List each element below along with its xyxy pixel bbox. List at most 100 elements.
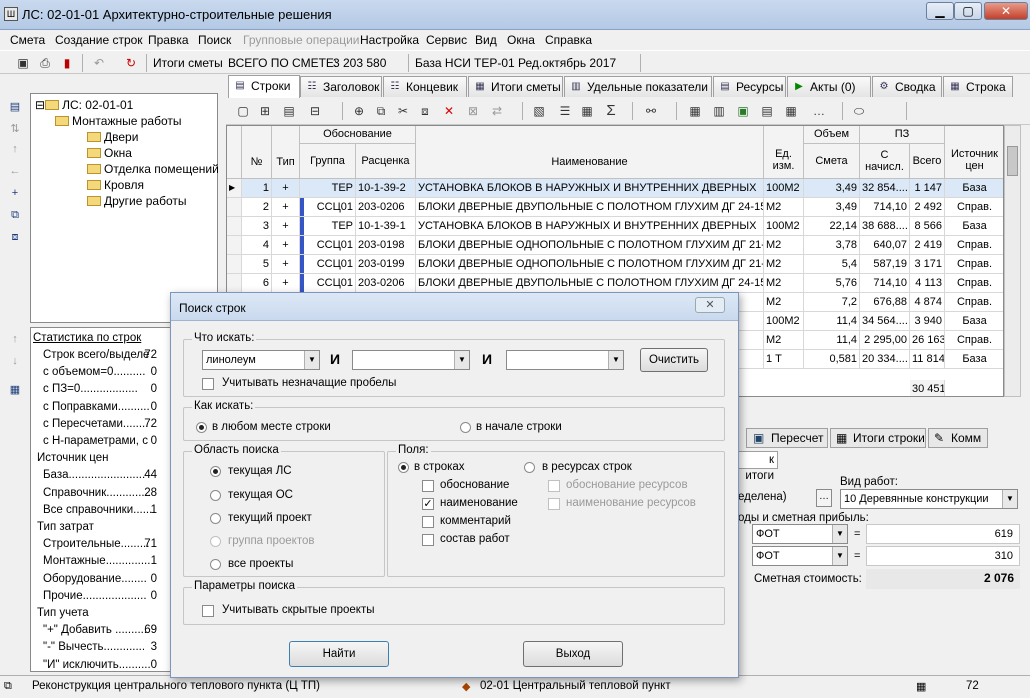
table-cell-u[interactable]: 100М2 bbox=[764, 312, 804, 331]
table-cell-u[interactable]: М2 bbox=[764, 331, 804, 350]
table-cell-s[interactable]: Справ. bbox=[945, 331, 1003, 350]
hidden-projects-checkbox[interactable] bbox=[202, 605, 214, 617]
row-indicator[interactable] bbox=[227, 198, 242, 217]
table-cell-s[interactable]: База bbox=[945, 312, 1003, 331]
table-cell-t[interactable]: + bbox=[272, 198, 300, 217]
table-cell-name[interactable]: УСТАНОВКА БЛОКОВ В НАРУЖНЫХ И ВНУТРЕННИХ… bbox=[416, 217, 764, 236]
in-rows-radio[interactable] bbox=[398, 462, 409, 473]
tree-item-roof[interactable]: Кровля bbox=[87, 178, 144, 192]
copy-rows-icon[interactable]: ⧉ bbox=[372, 102, 390, 120]
table-cell-r[interactable]: 203-0198 bbox=[356, 236, 416, 255]
sort-icon[interactable]: ⇅ bbox=[6, 122, 24, 138]
table-cell-a[interactable]: 676,88 bbox=[860, 293, 910, 312]
table-cell-r[interactable]: 10-1-39-2 bbox=[356, 179, 416, 198]
table-cell-u[interactable]: 1 Т bbox=[764, 350, 804, 369]
table-cell-u[interactable]: М2 bbox=[764, 274, 804, 293]
recalc-icon[interactable]: ↻ bbox=[122, 54, 140, 72]
table-cell-t[interactable]: + bbox=[272, 274, 300, 293]
eraser-icon[interactable]: ⬭ bbox=[850, 102, 868, 120]
table-cell-v[interactable]: 22,14 bbox=[804, 217, 860, 236]
table-cell-n[interactable]: 2 bbox=[242, 198, 272, 217]
table-cell-g[interactable]: ССЦ01 bbox=[300, 236, 356, 255]
delete-icon[interactable]: ✕ bbox=[440, 102, 458, 120]
table-cell-a[interactable]: 32 854.... bbox=[860, 179, 910, 198]
how-start-radio[interactable] bbox=[460, 422, 471, 433]
table-cell-n[interactable]: 1 bbox=[242, 179, 272, 198]
table-cell-g[interactable]: ССЦ01 bbox=[300, 255, 356, 274]
table-cell-tot[interactable]: 1 147 bbox=[910, 179, 945, 198]
table-cell-n[interactable]: 5 bbox=[242, 255, 272, 274]
table-cell-tot[interactable]: 4 874 bbox=[910, 293, 945, 312]
left-arrow-icon[interactable]: ← bbox=[6, 165, 24, 181]
search-term-3[interactable]: ▼ bbox=[506, 350, 624, 370]
table-cell-g[interactable]: ТЕР bbox=[300, 217, 356, 236]
area-current-os-radio[interactable] bbox=[210, 490, 221, 501]
menu-edit[interactable]: Правка bbox=[148, 33, 189, 47]
table-cell-v[interactable]: 3,78 bbox=[804, 236, 860, 255]
ellipsis-button[interactable]: … bbox=[816, 489, 832, 507]
layout-icon[interactable]: ▦ bbox=[686, 102, 704, 120]
table-cell-n[interactable]: 4 bbox=[242, 236, 272, 255]
tree-root[interactable]: ⊟ ЛС: 02-01-01 bbox=[35, 98, 133, 112]
work-type-select[interactable]: 10 Деревянные конструкции ▼ bbox=[840, 489, 1018, 509]
insert-icon[interactable]: ⊞ bbox=[256, 102, 274, 120]
binoculars-icon[interactable]: ⚯ bbox=[642, 102, 660, 120]
table-cell-s[interactable]: Справ. bbox=[945, 293, 1003, 312]
search-term-2[interactable]: ▼ bbox=[352, 350, 470, 370]
table-cell-n[interactable]: 6 bbox=[242, 274, 272, 293]
tab-footer[interactable]: ☷ Концевик bbox=[383, 76, 467, 97]
field-name-checkbox[interactable]: ✓ bbox=[422, 498, 434, 510]
table-cell-s[interactable]: Справ. bbox=[945, 255, 1003, 274]
table-cell-u[interactable]: М2 bbox=[764, 236, 804, 255]
paste-rows-icon[interactable]: ⧈ bbox=[416, 102, 434, 120]
table-cell-n[interactable]: 3 bbox=[242, 217, 272, 236]
table-cell-name[interactable]: БЛОКИ ДВЕРНЫЕ ДВУПОЛЬНЫЕ С ПОЛОТНОМ ГЛУХ… bbox=[416, 274, 764, 293]
res-name-checkbox[interactable] bbox=[548, 498, 560, 510]
table-cell-tot[interactable]: 2 419 bbox=[910, 236, 945, 255]
field-basis-checkbox[interactable] bbox=[422, 480, 434, 492]
tab-header[interactable]: ☷ Заголовок bbox=[300, 76, 382, 97]
find-button[interactable]: Найти bbox=[289, 641, 389, 667]
table-cell-v[interactable]: 11,4 bbox=[804, 312, 860, 331]
table-cell-a[interactable]: 714,10 bbox=[860, 198, 910, 217]
field-work-composition-checkbox[interactable] bbox=[422, 534, 434, 546]
table-cell-tot[interactable]: 3 171 bbox=[910, 255, 945, 274]
tab-row[interactable]: ▦ Строка bbox=[943, 76, 1013, 97]
row-indicator[interactable] bbox=[227, 255, 242, 274]
tree-item-doors[interactable]: Двери bbox=[87, 130, 138, 144]
tab-summary[interactable]: ⚙ Сводка bbox=[872, 76, 942, 97]
table-cell-tot[interactable]: 3 940 bbox=[910, 312, 945, 331]
menu-help[interactable]: Справка bbox=[545, 33, 592, 47]
area-current-ls-radio[interactable] bbox=[210, 466, 221, 477]
tree-group[interactable]: Монтажные работы bbox=[55, 114, 182, 128]
table-cell-u[interactable]: 100М2 bbox=[764, 217, 804, 236]
table-cell-g[interactable]: ССЦ01 bbox=[300, 274, 356, 293]
tree-icon[interactable]: ▤ bbox=[6, 100, 24, 116]
exit-button[interactable]: Выход bbox=[523, 641, 623, 667]
tab-recalc[interactable]: ▣ Пересчет bbox=[746, 428, 828, 448]
table-cell-tot[interactable]: 26 163 bbox=[910, 331, 945, 350]
fot-select-1[interactable]: ФОТ ▼ bbox=[752, 524, 848, 544]
menu-settings[interactable]: Настройка bbox=[360, 33, 419, 47]
table-cell-u[interactable]: М2 bbox=[764, 293, 804, 312]
table-cell-tot[interactable]: 11 814 bbox=[910, 350, 945, 369]
row-indicator[interactable] bbox=[227, 274, 242, 293]
ignore-spaces-checkbox[interactable] bbox=[202, 378, 214, 390]
tab-acts[interactable]: ▶ Акты (0) bbox=[787, 76, 871, 97]
table-cell-a[interactable]: 714,10 bbox=[860, 274, 910, 293]
clear-button[interactable]: Очистить bbox=[640, 348, 708, 372]
table-cell-g[interactable]: ССЦ01 bbox=[300, 198, 356, 217]
table-cell-t[interactable]: + bbox=[272, 179, 300, 198]
subtab-totals[interactable]: к итоги bbox=[738, 451, 778, 482]
table-cell-r[interactable]: 10-1-39-1 bbox=[356, 217, 416, 236]
in-resources-radio[interactable] bbox=[524, 462, 535, 473]
maximize-button[interactable]: ▢ bbox=[954, 2, 982, 20]
dialog-close-icon[interactable]: ✕ bbox=[695, 297, 725, 313]
table-cell-r[interactable]: 203-0206 bbox=[356, 274, 416, 293]
close-window-button[interactable]: ✕ bbox=[984, 2, 1028, 20]
table-cell-v[interactable]: 5,4 bbox=[804, 255, 860, 274]
table-cell-a[interactable]: 20 334.... bbox=[860, 350, 910, 369]
clear-icon[interactable]: ⊠ bbox=[464, 102, 482, 120]
row-indicator[interactable] bbox=[227, 236, 242, 255]
table-cell-name[interactable]: УСТАНОВКА БЛОКОВ В НАРУЖНЫХ И ВНУТРЕННИХ… bbox=[416, 179, 764, 198]
